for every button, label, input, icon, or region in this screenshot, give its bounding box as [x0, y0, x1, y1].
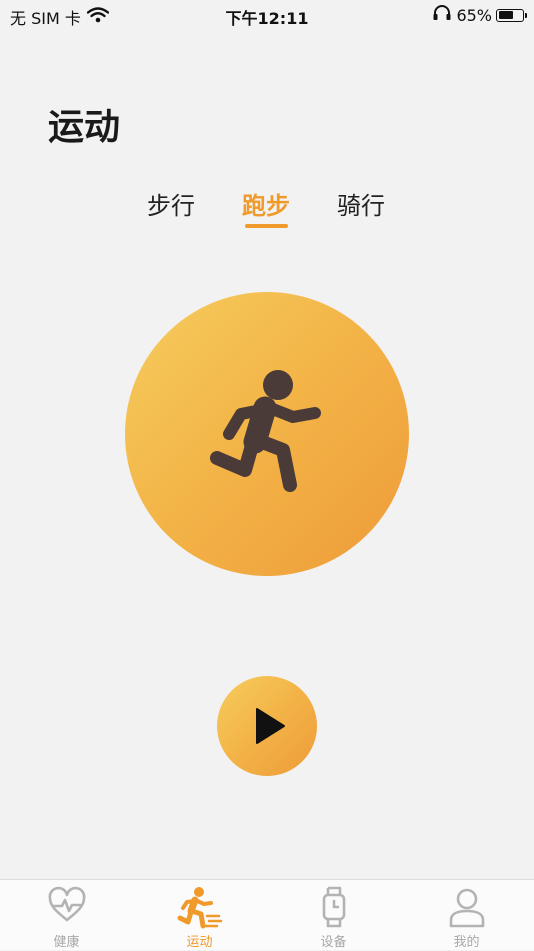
heart-pulse-icon	[47, 886, 87, 930]
tab-bar-profile[interactable]: 我的	[400, 880, 533, 951]
tab-cycling[interactable]: 骑行	[337, 186, 385, 221]
headphones-icon	[432, 5, 452, 25]
battery-fill	[498, 11, 513, 19]
tab-bar-device[interactable]: 设备	[267, 880, 400, 951]
sport-type-circle	[125, 292, 409, 576]
tab-bar-label: 健康	[53, 935, 80, 950]
status-right: 65%	[432, 5, 527, 25]
tab-bar-health[interactable]: 健康	[0, 880, 133, 951]
runner-icon	[177, 886, 223, 934]
person-icon	[448, 886, 486, 932]
tab-bar-label: 设备	[320, 935, 347, 950]
tab-bar-sport[interactable]: 运动	[133, 880, 266, 951]
battery-percent: 65%	[456, 5, 492, 25]
bottom-tab-bar: 健康 运动 设备 我的	[0, 879, 534, 950]
status-bar: 无 SIM 卡 下午12:11 65%	[0, 0, 534, 30]
running-person-icon	[210, 370, 321, 492]
battery-icon	[496, 8, 527, 22]
play-icon	[256, 708, 285, 744]
sport-tabs: 步行 跑步 骑行	[0, 186, 534, 236]
tab-walking[interactable]: 步行	[147, 186, 195, 221]
tab-bar-label: 我的	[453, 935, 480, 950]
start-workout-button[interactable]	[217, 676, 317, 776]
smartwatch-icon	[319, 886, 349, 932]
page-title: 运动	[48, 107, 121, 148]
active-tab-indicator	[245, 224, 288, 228]
tab-bar-label: 运动	[186, 935, 213, 950]
tab-running[interactable]: 跑步	[242, 186, 290, 221]
